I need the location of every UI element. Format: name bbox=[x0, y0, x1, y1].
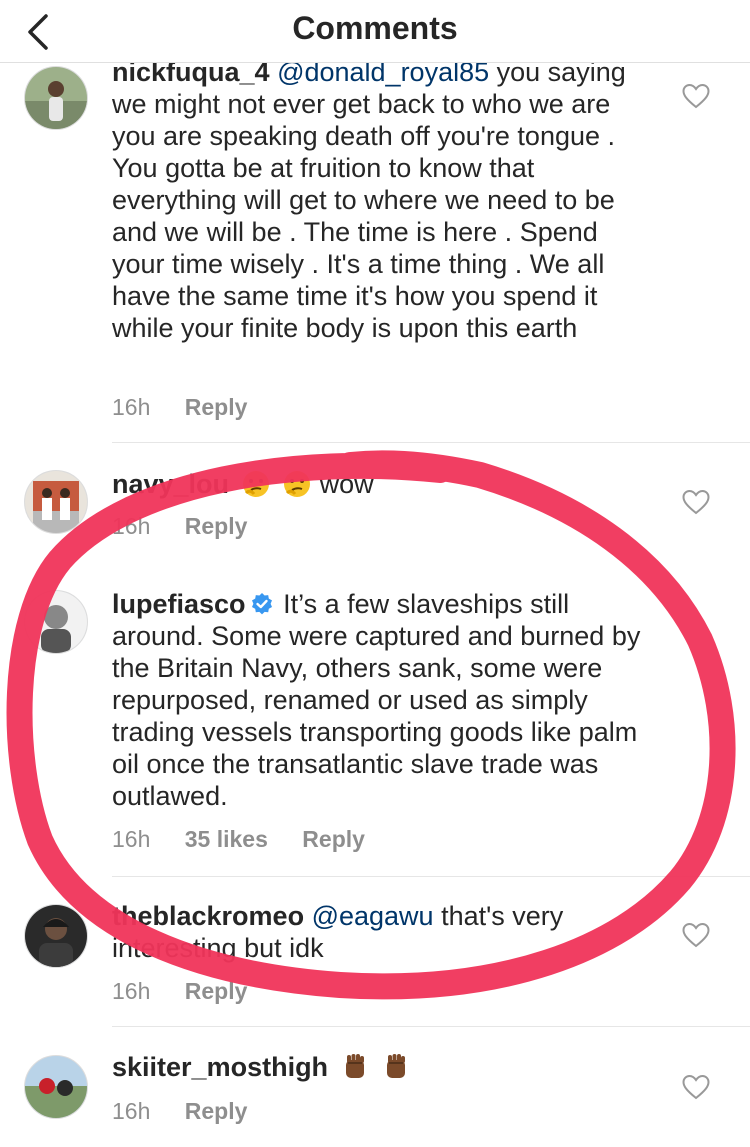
avatar[interactable] bbox=[24, 470, 88, 534]
avatar[interactable] bbox=[24, 66, 88, 130]
comment-body: nickfuqua_4 @donald_royal85 you saying w… bbox=[112, 56, 657, 344]
comment-username[interactable]: skiiter_mosthigh bbox=[112, 1052, 328, 1082]
page-title: Comments bbox=[292, 10, 458, 46]
divider bbox=[112, 876, 750, 877]
comment-body: theblackromeo @eagawu that's very intere… bbox=[112, 900, 657, 964]
reply-button[interactable]: Reply bbox=[185, 513, 248, 539]
comment-timestamp: 16h bbox=[112, 513, 151, 539]
comment-meta: 16h Reply bbox=[112, 1098, 275, 1125]
avatar[interactable] bbox=[24, 1055, 88, 1119]
like-heart-icon[interactable] bbox=[682, 83, 710, 109]
comment-timestamp: 16h bbox=[112, 394, 151, 420]
header-bar: Comments bbox=[0, 0, 750, 63]
comment-timestamp: 16h bbox=[112, 978, 151, 1004]
like-heart-icon[interactable] bbox=[682, 1074, 710, 1100]
reply-button[interactable]: Reply bbox=[185, 394, 248, 420]
divider bbox=[112, 442, 750, 443]
comment-body: skiiter_mosthigh bbox=[112, 1051, 657, 1083]
raised-fist-emoji-icon bbox=[345, 1054, 364, 1078]
like-heart-icon[interactable] bbox=[682, 489, 710, 515]
comment-text: wow bbox=[319, 469, 374, 499]
comment-timestamp: 16h bbox=[112, 826, 151, 852]
raised-fist-emoji-icon bbox=[387, 1054, 406, 1078]
avatar[interactable] bbox=[24, 590, 88, 654]
likes-count[interactable]: 35 likes bbox=[185, 826, 268, 852]
comment-timestamp: 16h bbox=[112, 1098, 151, 1124]
comment-username[interactable]: navy_lou bbox=[112, 469, 229, 499]
comment-body: navy_lou wow bbox=[112, 468, 657, 500]
comment-text: you saying we might not ever get back to… bbox=[112, 57, 626, 343]
reply-button[interactable]: Reply bbox=[185, 978, 248, 1004]
comment-text: It’s a few slaveships still around. Some… bbox=[112, 589, 641, 811]
comment-username[interactable]: lupefiasco bbox=[112, 589, 246, 619]
comment-meta: 16h Reply bbox=[112, 513, 275, 540]
avatar[interactable] bbox=[24, 904, 88, 968]
comment-meta: 16h Reply bbox=[112, 394, 275, 421]
comment-mention[interactable]: @eagawu bbox=[312, 901, 434, 931]
reply-button[interactable]: Reply bbox=[185, 1098, 248, 1124]
comment-body: lupefiasco It’s a few slaveships still a… bbox=[112, 588, 657, 812]
verified-badge-icon bbox=[251, 593, 272, 615]
divider bbox=[112, 1026, 750, 1027]
like-heart-icon[interactable] bbox=[682, 922, 710, 948]
thinking-face-emoji-icon bbox=[242, 471, 269, 497]
comment-meta: 16h Reply bbox=[112, 978, 275, 1005]
comment-username[interactable]: theblackromeo bbox=[112, 901, 304, 931]
reply-button[interactable]: Reply bbox=[302, 826, 365, 852]
comment-meta: 16h 35 likes Reply bbox=[112, 826, 393, 853]
thinking-face-emoji-icon bbox=[284, 471, 311, 497]
